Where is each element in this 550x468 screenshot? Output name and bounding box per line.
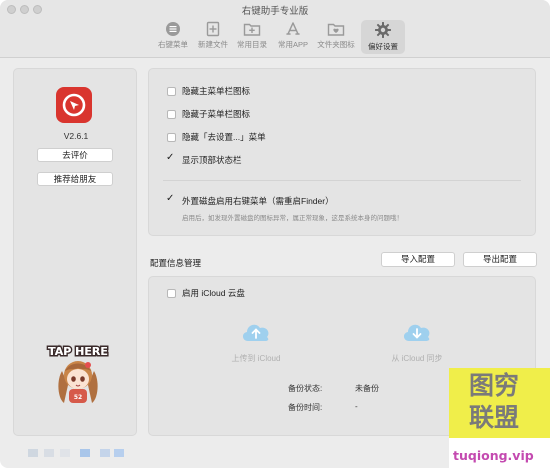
backup-status-value: 未备份: [355, 384, 379, 393]
tab-preferences[interactable]: 偏好设置: [361, 20, 405, 54]
watermark-url: tuqiong.vip: [453, 448, 534, 463]
external-disk-hint: 启用后，如发现外置磁盘的图标异常，属正常现象，这是系统本身的问题哦！: [182, 215, 403, 222]
checkbox[interactable]: [167, 86, 176, 96]
recommend-button[interactable]: 推荐给朋友: [37, 172, 113, 186]
mascot-girl-icon: TAP HERE TAP HERE 52: [47, 344, 109, 403]
list-icon: [166, 22, 180, 36]
divider: [163, 180, 521, 181]
watermark-line1: 图穷: [469, 371, 520, 400]
new-file-icon: [206, 21, 220, 37]
checkbox-checked[interactable]: [166, 193, 176, 206]
checkbox[interactable]: [167, 109, 176, 119]
tab-context-menu[interactable]: 右键菜单: [151, 20, 195, 54]
tab-label: 新建文件: [198, 40, 228, 49]
config-section-title: 配置信息管理: [150, 258, 202, 268]
option-label: 外置磁盘启用右键菜单（需重启Finder）: [182, 196, 334, 206]
tap-here-mascot[interactable]: TAP HERE TAP HERE 52: [42, 341, 114, 409]
tab-common-folders[interactable]: 常用目录: [230, 20, 274, 54]
footer-dot: [60, 449, 70, 457]
svg-text:TAP HERE: TAP HERE: [48, 345, 108, 358]
footer-dot: [114, 449, 124, 457]
footer-dot: [80, 449, 90, 457]
import-config-button[interactable]: 导入配置: [381, 252, 455, 267]
backup-status-label: 备份状态:: [288, 384, 323, 393]
tab-label: 常用APP: [277, 40, 308, 49]
tab-label: 偏好设置: [368, 42, 398, 51]
about-panel: V2.6.1 去评价 推荐给朋友 TAP HERE TAP HERE 52: [13, 68, 137, 436]
rate-button[interactable]: 去评价: [37, 148, 113, 162]
footer-dot: [28, 449, 38, 457]
tab-new-file[interactable]: 新建文件: [191, 20, 235, 54]
sync-from-icloud-button[interactable]: 从 iCloud 同步: [372, 353, 462, 364]
tab-label: 文件夹图标: [317, 40, 355, 49]
checkbox[interactable]: [167, 132, 176, 142]
checkbox-checked[interactable]: [166, 152, 176, 165]
watermark: 图穷 联盟 tuqiong.vip: [449, 368, 550, 468]
watermark-banner: 图穷 联盟: [449, 368, 550, 438]
hide-goto-settings-option[interactable]: 隐藏「去设置...」菜单: [167, 130, 266, 144]
cloud-upload-icon: [242, 324, 269, 341]
option-label: 隐藏主菜单栏图标: [182, 86, 251, 96]
backup-time-label: 备份时间:: [288, 403, 323, 412]
show-top-statusbar-option[interactable]: 显示顶部状态栏: [166, 152, 242, 167]
footer-dot: [100, 449, 110, 457]
checkbox[interactable]: [167, 288, 176, 298]
folder-heart-icon: [327, 23, 345, 36]
tab-common-apps[interactable]: 常用APP: [271, 20, 315, 54]
option-label: 启用 iCloud 云盘: [182, 288, 245, 298]
option-label: 显示顶部状态栏: [182, 155, 242, 165]
backup-time-value: -: [355, 402, 358, 411]
tab-label: 右键菜单: [158, 40, 188, 49]
enable-icloud-option[interactable]: 启用 iCloud 云盘: [167, 286, 245, 300]
tab-label: 常用目录: [237, 40, 267, 49]
hide-sub-menubar-icon-option[interactable]: 隐藏子菜单栏图标: [167, 107, 250, 121]
window-title: 右键助手专业版: [241, 6, 309, 17]
app-logo: [56, 87, 92, 123]
tab-folder-icons[interactable]: 文件夹图标: [314, 20, 358, 54]
external-disk-menu-option[interactable]: 外置磁盘启用右键菜单（需重启Finder）: [166, 193, 334, 208]
folder-plus-icon: [243, 23, 261, 36]
hide-main-menubar-icon-option[interactable]: 隐藏主菜单栏图标: [167, 84, 250, 98]
preferences-panel: 隐藏主菜单栏图标 隐藏子菜单栏图标 隐藏「去设置...」菜单 显示顶部状态栏 外…: [148, 68, 536, 236]
app-version: V2.6.1: [63, 131, 89, 141]
export-config-button[interactable]: 导出配置: [463, 252, 537, 267]
titlebar: 右键助手专业版 右键菜单 新建文件 常用目录 常用APP 文件夹图标 偏好设置: [0, 0, 550, 58]
option-label: 隐藏子菜单栏图标: [182, 109, 251, 119]
upload-to-icloud-button[interactable]: 上传到 iCloud: [211, 353, 301, 364]
gear-icon: [375, 22, 391, 38]
cloud-download-icon: [403, 324, 430, 341]
option-label: 隐藏「去设置...」菜单: [182, 132, 266, 142]
app-store-icon: [286, 22, 300, 35]
watermark-line2: 联盟: [469, 403, 520, 432]
svg-text:52: 52: [74, 394, 82, 401]
footer-dot: [44, 449, 54, 457]
cursor-logo-icon: [62, 93, 86, 117]
